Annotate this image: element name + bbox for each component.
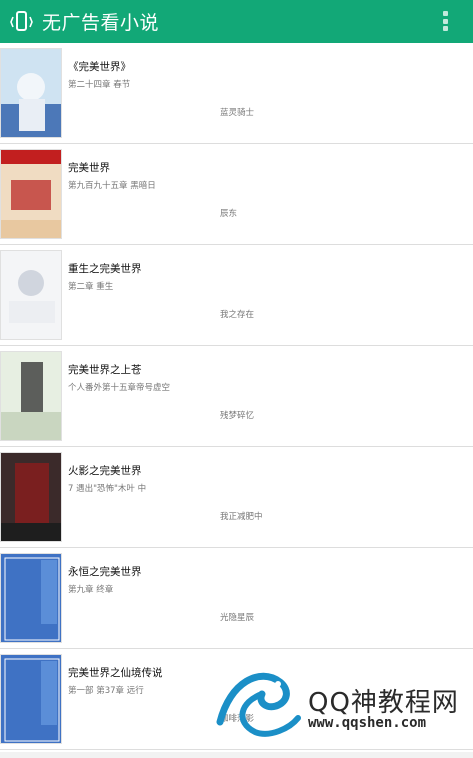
book-latest-chapter: 第二十四章 春节 (68, 80, 131, 90)
book-cover (0, 654, 62, 744)
book-cover (0, 48, 62, 138)
book-author: 光隐星辰 (220, 613, 255, 623)
book-cover (0, 351, 62, 441)
book-author: 我正减肥中 (220, 512, 263, 522)
book-cover (0, 250, 62, 340)
overflow-menu-icon[interactable] (443, 11, 449, 31)
book-title: 完美世界 (68, 162, 110, 174)
list-bottom-edge (0, 752, 473, 758)
book-cover (0, 553, 62, 643)
book-latest-chapter: 第九章 终章 (68, 585, 114, 595)
book-author: 我之存在 (220, 310, 255, 320)
book-title: 完美世界之上苍 (68, 364, 142, 376)
book-item[interactable]: 完美世界 第九百九十五章 黑暗日 辰东 (0, 144, 473, 245)
book-cover (0, 452, 62, 542)
book-title: 永恒之完美世界 (68, 566, 142, 578)
book-latest-chapter: 第二章 重生 (68, 282, 114, 292)
book-cover (0, 149, 62, 239)
book-latest-chapter: 第一部 第37章 远行 (68, 686, 144, 696)
phone-vibrate-icon (10, 10, 33, 31)
book-item[interactable]: 火影之完美世界 7 遇出"恐怖"木叶 中 我正减肥中 (0, 447, 473, 548)
app-bar: 无广告看小说 (0, 0, 473, 43)
book-latest-chapter: 7 遇出"恐怖"木叶 中 (68, 484, 147, 494)
book-item[interactable]: 《完美世界》 第二十四章 春节 蓝灵骑士 (0, 43, 473, 144)
book-title: 火影之完美世界 (68, 465, 142, 477)
app-title: 无广告看小说 (42, 12, 160, 34)
book-item[interactable]: 完美世界之仙境传说 第一部 第37章 远行 咖啡落影 (0, 649, 473, 750)
book-author: 辰东 (220, 209, 238, 219)
book-item[interactable]: 重生之完美世界 第二章 重生 我之存在 (0, 245, 473, 346)
book-item[interactable]: 永恒之完美世界 第九章 终章 光隐星辰 (0, 548, 473, 649)
book-latest-chapter: 第九百九十五章 黑暗日 (68, 181, 156, 191)
book-title: 重生之完美世界 (68, 263, 142, 275)
book-title: 完美世界之仙境传说 (68, 667, 163, 679)
book-item[interactable]: 完美世界之上苍 个人番外第十五章帝号虚空 残梦碎忆 (0, 346, 473, 447)
book-author: 残梦碎忆 (220, 411, 255, 421)
book-list: 《完美世界》 第二十四章 春节 蓝灵骑士 完美世界 第九百九十五章 黑暗日 辰东… (0, 43, 473, 750)
book-latest-chapter: 个人番外第十五章帝号虚空 (68, 383, 171, 393)
book-author: 蓝灵骑士 (220, 108, 255, 118)
book-title: 《完美世界》 (68, 61, 131, 73)
book-author: 咖啡落影 (220, 714, 255, 724)
